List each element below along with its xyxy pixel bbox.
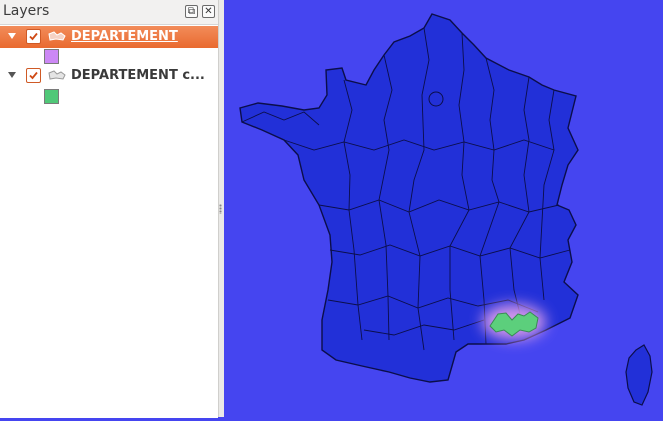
polygon-layer-icon [48,70,66,80]
expand-arrow-icon[interactable] [8,33,16,39]
float-icon[interactable]: ⧉ [185,5,198,18]
map-canvas[interactable] [224,0,663,417]
layer-tree[interactable]: DEPARTEMENT DEPARTEMENT c... [0,24,218,418]
checkbox-checked-icon [29,32,38,41]
layer-name[interactable]: DEPARTEMENT c... [71,68,205,83]
layer-visibility-checkbox[interactable] [26,68,41,83]
expand-arrow-icon[interactable] [8,72,16,78]
map-view[interactable] [224,0,663,417]
symbol-swatch-1[interactable] [44,89,59,104]
layer-row-departement-copy[interactable]: DEPARTEMENT c... [0,65,218,87]
polygon-layer-icon [48,31,66,41]
layers-panel: Layers ⧉ ✕ DEPARTEMENT DEPARTEMENT c... [0,0,218,418]
layer-row-departement[interactable]: DEPARTEMENT [0,26,218,48]
splitter-grip-icon[interactable] [219,204,222,214]
close-icon[interactable]: ✕ [202,5,215,18]
panel-title: Layers [3,3,50,19]
corsica[interactable] [625,344,653,406]
checkbox-checked-icon [29,71,38,80]
layer-name[interactable]: DEPARTEMENT [71,29,178,44]
symbol-swatch-0[interactable] [44,49,59,64]
layer-visibility-checkbox[interactable] [26,29,41,44]
